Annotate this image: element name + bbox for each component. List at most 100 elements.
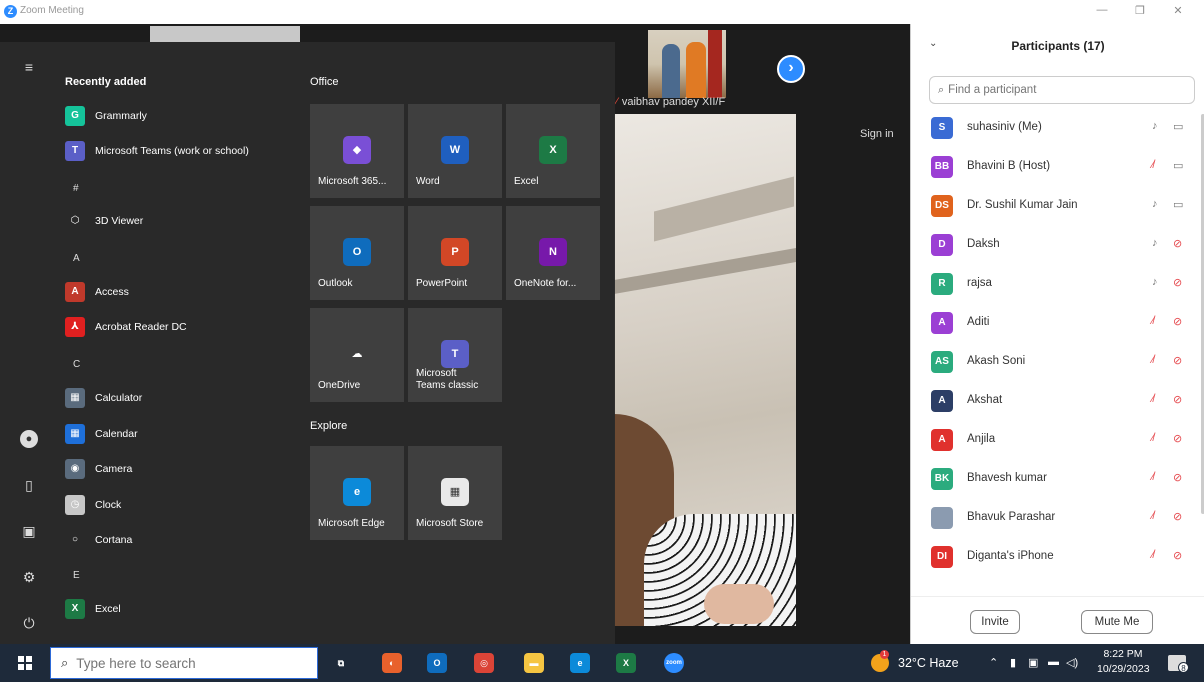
windows-start-icon[interactable] [18,656,32,670]
task-view-icon[interactable]: ⧉ [331,653,351,673]
video-icon[interactable]: ▭ [1173,120,1183,133]
participant-search-input[interactable] [948,84,1179,96]
power-icon[interactable]: ⏻ [20,614,38,632]
mic-icon[interactable]: ♪ [1152,237,1158,249]
taskbar-search-box[interactable]: ⌕ [50,647,318,679]
participant-row[interactable]: D Daksh ♪ ⊘ [911,225,1204,264]
video-icon[interactable]: ▭ [1173,198,1183,211]
documents-icon[interactable]: ▯ [20,476,38,494]
start-app-item[interactable]: A Access [65,281,129,303]
excel-icon[interactable]: X [616,653,636,673]
start-app-item[interactable]: ◉ Camera [65,458,132,480]
settings-gear-icon[interactable]: ⚙ [20,568,38,586]
participant-row[interactable]: A Anjila ⁄̸ ⊘ [911,420,1204,459]
video-off-icon[interactable]: ⊘ [1173,237,1182,250]
participant-row[interactable]: Rrajsa ♪ ⊘ [911,264,1204,303]
start-tile[interactable]: O Outlook [310,206,404,300]
mic-muted-icon[interactable]: ⁄̸ [1152,549,1154,561]
start-app-item[interactable]: G Grammarly [65,105,147,127]
start-tile[interactable]: ☁ OneDrive [310,308,404,402]
start-app-item[interactable]: ◷ Clock [65,494,121,516]
zoom-icon[interactable]: zoom [664,653,684,673]
video-off-icon[interactable]: ⊘ [1173,315,1182,328]
video-off-icon[interactable]: ⊘ [1173,276,1182,289]
start-tile[interactable]: N OneNote for... [506,206,600,300]
user-account-icon[interactable]: ● [20,430,38,448]
participant-row[interactable]: A Akshat ⁄̸ ⊘ [911,381,1204,420]
start-app-item[interactable]: ○ Cortana [65,529,132,551]
participant-row[interactable]: A Aditi ⁄̸ ⊘ [911,303,1204,342]
participant-name: Anjila [967,433,996,445]
start-tile[interactable]: e Microsoft Edge [310,446,404,540]
mic-muted-icon[interactable]: ⁄̸ [1152,510,1154,522]
mic-icon[interactable]: ♪ [1152,276,1158,288]
outlook-icon[interactable]: O [427,653,447,673]
video-icon[interactable]: ▭ [1173,159,1183,172]
start-app-item[interactable]: ▦ Calendar [65,423,138,445]
start-app-item[interactable]: T Microsoft Teams (work or school) [65,140,249,162]
taskbar-search-input[interactable] [76,655,307,671]
teams-classic-icon: T [441,340,469,368]
start-tile[interactable]: P PowerPoint [408,206,502,300]
video-off-icon[interactable]: ⊘ [1173,510,1182,523]
signin-link[interactable]: Sign in [860,128,894,140]
participant-row[interactable]: Bhavuk Parashar ⁄̸ ⊘ [911,498,1204,537]
chevron-up-icon[interactable]: ⌃ [989,656,998,669]
mic-muted-icon[interactable]: ⁄̸ [1152,315,1154,327]
battery-icon[interactable]: ▬ [1048,656,1059,668]
participant-row[interactable]: DS Dr. Sushil Kumar Jain ♪ ▭ [911,186,1204,225]
video-off-icon[interactable]: ⊘ [1173,354,1182,367]
start-tile[interactable]: ▦ Microsoft Store [408,446,502,540]
pictures-icon[interactable]: ▣ [20,522,38,540]
participant-row[interactable]: BK Bhavesh kumar ⁄̸ ⊘ [911,459,1204,498]
invite-button[interactable]: Invite [970,610,1020,634]
video-thumbnail-top[interactable] [150,26,300,42]
mute-me-button[interactable]: Mute Me [1081,610,1153,634]
system-clock[interactable]: 8:22 PM 10/29/2023 [1097,647,1150,677]
mic-muted-icon[interactable]: ⁄̸ [1152,471,1154,483]
start-tile[interactable]: X Excel [506,104,600,198]
video-off-icon[interactable]: ⊘ [1173,432,1182,445]
edge-icon[interactable]: e [570,653,590,673]
weather-text[interactable]: 32°C Haze [898,656,959,670]
participant-row[interactable]: BB Bhavini B (Host) ⁄̸ ▭ [911,147,1204,186]
participant-row[interactable]: AS Akash Soni ⁄̸ ⊘ [911,342,1204,381]
start-app-item[interactable]: ▦ Calculator [65,387,142,409]
start-tile[interactable]: ◆ Microsoft 365... [310,104,404,198]
alphabet-group-letter[interactable]: C [73,359,80,370]
usb-icon[interactable]: ▮ [1010,656,1016,669]
mic-icon[interactable]: ♪ [1152,120,1158,132]
participant-row[interactable]: DI Diganta's iPhone ⁄̸ ⊘ [911,537,1204,576]
minimize-button[interactable]: — [1092,4,1112,20]
chrome-icon[interactable]: ◎ [474,653,494,673]
alphabet-group-letter[interactable]: A [73,253,80,264]
start-tile[interactable]: T Microsoft Teams classic [408,308,502,402]
mic-muted-icon[interactable]: ⁄̸ [1152,354,1154,366]
start-app-item[interactable]: X Excel [65,598,121,620]
tile-label: Word [416,176,440,187]
participant-video-thumbnail[interactable] [648,30,726,98]
video-off-icon[interactable]: ⊘ [1173,471,1182,484]
alphabet-group-letter[interactable]: # [73,183,79,194]
taskbar: ⌕ ⧉ ◐ O ◎ ▬ e Xzoom 1 32°C Haze ⌃ ▮ ▣ ▬ ◁) 8:2… [0,644,1204,682]
maximize-button[interactable]: ❐ [1130,4,1150,20]
participant-row[interactable]: Ssuhasiniv (Me) ♪ ▭ [911,108,1204,147]
mic-muted-icon[interactable]: ⁄̸ [1152,159,1154,171]
start-app-item[interactable]: ⬡ 3D Viewer [65,210,144,232]
hamburger-menu-icon[interactable]: ≡ [20,58,38,76]
meet-now-icon[interactable]: ▣ [1028,656,1038,669]
start-tile[interactable]: W Word [408,104,502,198]
volume-icon[interactable]: ◁) [1066,656,1078,669]
start-app-item[interactable]: ⅄ Acrobat Reader DC [65,316,187,338]
mic-muted-icon[interactable]: ⁄̸ [1152,393,1154,405]
next-page-arrow-icon[interactable]: › [777,55,805,83]
video-off-icon[interactable]: ⊘ [1173,393,1182,406]
mic-icon[interactable]: ♪ [1152,198,1158,210]
alphabet-group-letter[interactable]: E [73,570,80,581]
video-off-icon[interactable]: ⊘ [1173,549,1182,562]
firefox-icon[interactable]: ◐ [382,653,402,673]
participant-search-box[interactable]: ⌕ [929,76,1195,104]
close-button[interactable]: ✕ [1168,4,1188,20]
file-explorer-icon[interactable]: ▬ [524,653,544,673]
mic-muted-icon[interactable]: ⁄̸ [1152,432,1154,444]
